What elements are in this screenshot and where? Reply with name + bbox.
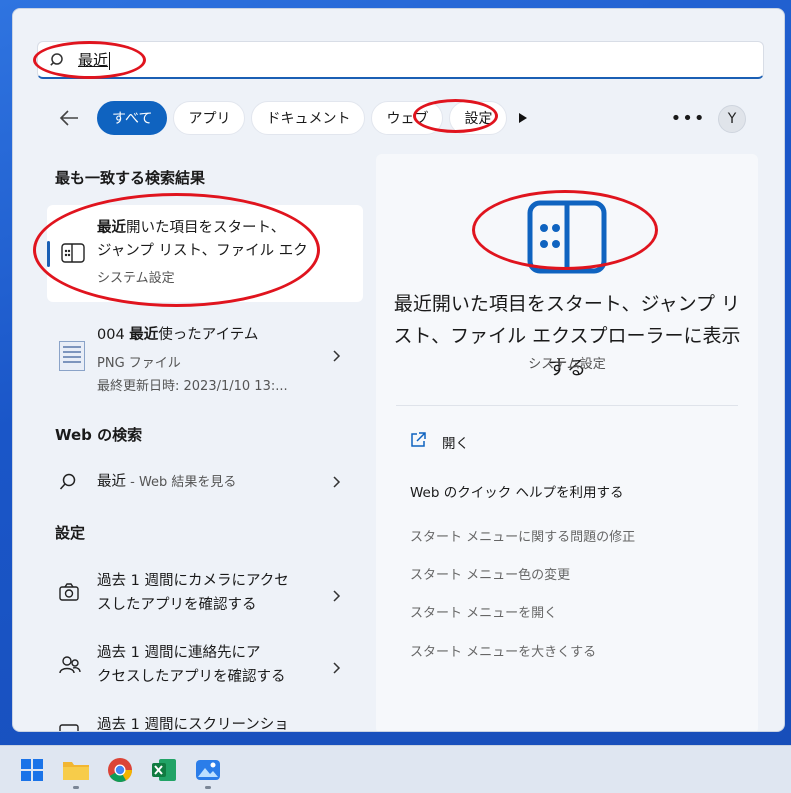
- open-external-icon: [410, 432, 426, 452]
- chevron-right-icon[interactable]: [333, 659, 341, 678]
- running-indicator: [205, 786, 211, 789]
- filter-bar: すべて アプリ ドキュメント ウェブ 設定: [51, 101, 533, 135]
- web-search-heading: Web の検索: [55, 426, 143, 444]
- search-panel: 最近 すべて アプリ ドキュメント ウェブ 設定 ••• Y 最も一致する検索結…: [12, 8, 785, 732]
- start-settings-icon: [61, 243, 85, 267]
- photos-icon[interactable]: [193, 755, 223, 785]
- web-search-item[interactable]: 最近 - Web 結果を見る: [47, 464, 363, 500]
- png-file-icon: [59, 341, 85, 371]
- search-icon: [59, 473, 77, 495]
- file-result-item[interactable]: 004 最近使ったアイテム PNG ファイル 最終更新日時: 2023/1/10…: [47, 317, 363, 397]
- play-icon[interactable]: [513, 101, 533, 135]
- open-action[interactable]: 開く: [410, 432, 469, 452]
- quick-help-link[interactable]: Web のクイック ヘルプを利用する: [410, 481, 624, 501]
- avatar[interactable]: Y: [718, 105, 746, 133]
- preview-pane: 最近開いた項目をスタート、ジャンプ リスト、ファイル エクスプローラーに表示する…: [376, 154, 758, 731]
- best-match-title: 最近開いた項目をスタート、 ジャンプ リスト、ファイル エク: [97, 220, 308, 259]
- file-result-modified: 最終更新日時: 2023/1/10 13:...: [97, 379, 288, 394]
- search-icon: [38, 52, 78, 68]
- search-input[interactable]: 最近: [78, 49, 111, 70]
- contacts-icon: [59, 655, 81, 679]
- running-indicator: [73, 786, 79, 789]
- settings-item-label: 過去 1 週間に連絡先にア クセスしたアプリを確認する: [97, 645, 286, 685]
- search-box[interactable]: 最近: [37, 41, 764, 79]
- settings-item-camera[interactable]: 過去 1 週間にカメラにアクセ スしたアプリを確認する: [47, 567, 363, 623]
- settings-item-label: 過去 1 週間にスクリーンショ: [97, 717, 289, 732]
- web-search-text: 最近 - Web 結果を見る: [97, 474, 237, 490]
- selection-indicator: [47, 241, 50, 267]
- chevron-right-icon[interactable]: [333, 587, 341, 606]
- best-match-result[interactable]: 最近開いた項目をスタート、 ジャンプ リスト、ファイル エク システム設定: [47, 205, 363, 302]
- related-link[interactable]: スタート メニューに関する問題の修正: [410, 526, 635, 545]
- related-link[interactable]: スタート メニューを大きくする: [410, 641, 596, 660]
- file-result-type: PNG ファイル: [97, 356, 181, 371]
- camera-icon: [59, 583, 79, 605]
- related-link[interactable]: スタート メニューを開く: [410, 602, 557, 621]
- open-label: 開く: [442, 436, 469, 452]
- preview-subtitle: システム設定: [528, 357, 606, 372]
- more-options-icon[interactable]: •••: [671, 105, 705, 131]
- related-link[interactable]: スタート メニュー色の変更: [410, 564, 570, 583]
- chevron-right-icon[interactable]: [333, 347, 341, 366]
- screenshot-icon: [59, 723, 79, 731]
- settings-item-screenshot[interactable]: 過去 1 週間にスクリーンショ: [47, 711, 363, 732]
- taskbar: [0, 745, 791, 793]
- filter-web-chip[interactable]: ウェブ: [371, 101, 444, 135]
- windows-start-icon[interactable]: [17, 755, 47, 785]
- filter-apps-chip[interactable]: アプリ: [173, 101, 246, 135]
- start-settings-large-icon: [527, 200, 607, 278]
- divider: [396, 405, 738, 406]
- excel-icon[interactable]: [149, 755, 179, 785]
- chrome-icon[interactable]: [105, 755, 135, 785]
- settings-heading: 設定: [55, 524, 86, 542]
- settings-item-label: 過去 1 週間にカメラにアクセ スしたアプリを確認する: [97, 573, 289, 613]
- filter-documents-chip[interactable]: ドキュメント: [251, 101, 366, 135]
- chevron-right-icon[interactable]: [333, 473, 341, 492]
- filter-all-chip[interactable]: すべて: [97, 101, 168, 135]
- best-match-heading: 最も一致する検索結果: [55, 169, 206, 187]
- filter-settings-chip[interactable]: 設定: [449, 101, 508, 135]
- file-explorer-icon[interactable]: [61, 755, 91, 785]
- best-match-subtitle: システム設定: [97, 271, 175, 286]
- file-result-title: 004 最近使ったアイテム: [97, 327, 259, 343]
- settings-item-contacts[interactable]: 過去 1 週間に連絡先にア クセスしたアプリを確認する: [47, 639, 363, 695]
- back-button[interactable]: [51, 101, 87, 135]
